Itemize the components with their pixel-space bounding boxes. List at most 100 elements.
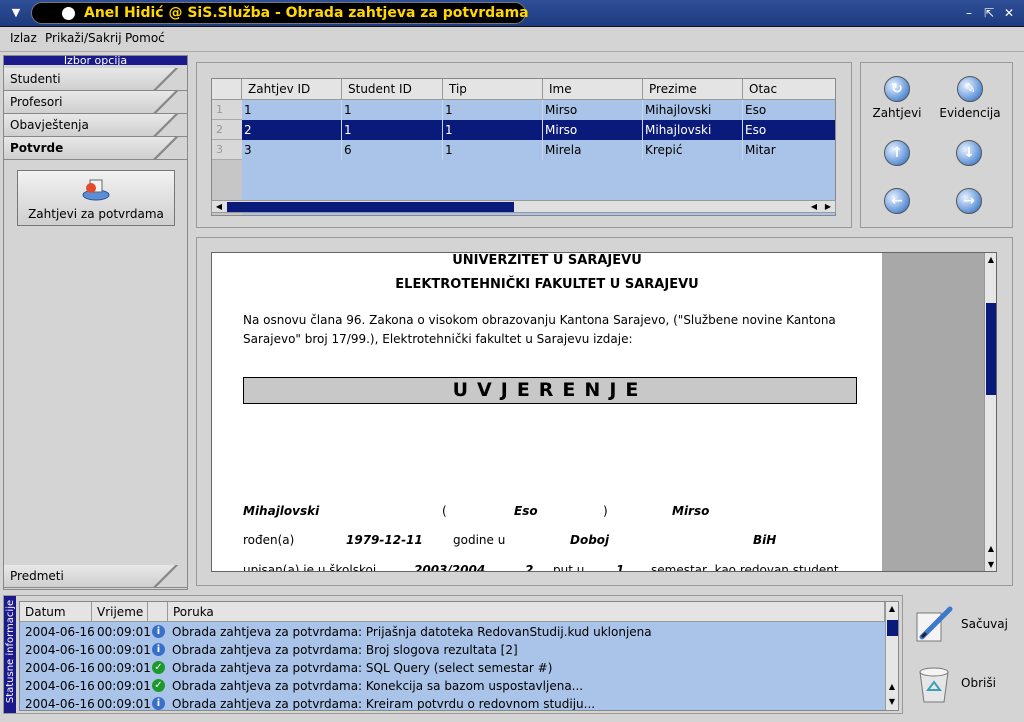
document-page: UNIVERZITET U SARAJEVU ELEKTROTEHNIČKI F… (212, 253, 882, 572)
move-right-button[interactable]: → (954, 188, 984, 214)
log-column-header[interactable]: Datum (20, 602, 92, 622)
document-vertical-scrollbar[interactable]: ▲ ▲ ▼ (984, 253, 996, 571)
semester-label: semestar, kao redovan student (651, 563, 839, 572)
document-scroll-thumb[interactable] (986, 303, 996, 395)
table-cell[interactable]: 1 (342, 100, 443, 120)
table-row[interactable]: 1 1 1 1 Mirso Mihajlovski Eso (212, 100, 835, 120)
scroll-up-icon[interactable]: ▲ (886, 681, 898, 693)
scroll-down-icon[interactable]: ▼ (886, 696, 898, 708)
log-scroll-thumb[interactable] (887, 620, 898, 636)
zahtjevi-za-potvrdama-button[interactable]: Zahtjevi za potvrdama (17, 170, 175, 226)
table-cell[interactable]: Mirela (543, 140, 643, 160)
scroll-down-icon[interactable]: ▼ (985, 559, 996, 571)
info-icon: i (152, 697, 165, 710)
sidebar-tab-obavjestenja[interactable]: Obavještenja (4, 114, 187, 137)
table-cell[interactable]: Mitar (743, 140, 835, 160)
delete-label: Obriši (961, 676, 996, 690)
sidebar-tab-profesori[interactable]: Profesori (4, 91, 187, 114)
table-cell[interactable]: Mihajlovski (643, 120, 743, 140)
scroll-left-icon[interactable]: ◀ (213, 201, 225, 213)
log-vertical-scrollbar[interactable]: ▲ ▲ ▼ (885, 602, 898, 710)
scroll-up-icon[interactable]: ▲ (886, 603, 898, 615)
evidencija-button[interactable]: ✎ Evidencija (937, 76, 1003, 120)
table-cell[interactable]: Eso (743, 100, 835, 120)
menu-izlaz[interactable]: Izlaz (10, 31, 37, 45)
zahtjevi-za-potvrdama-label: Zahtjevi za potvrdama (28, 207, 164, 221)
column-header[interactable]: Otac (743, 79, 835, 100)
save-button[interactable]: Sačuvaj (912, 601, 1017, 649)
save-pen-icon (916, 606, 953, 642)
zahtjevi-button[interactable]: ↻ Zahtjevi (869, 76, 925, 120)
maximize-icon[interactable]: ⇱ (980, 5, 998, 21)
scroll-right-icon[interactable]: ▶ (822, 201, 834, 213)
log-message: Obrada zahtjeva za potvrdama: Prijašnja … (172, 625, 652, 639)
sidebar-tab-studenti[interactable]: Studenti (4, 68, 187, 91)
table-corner (212, 79, 242, 100)
move-up-button[interactable]: ↑ (882, 140, 912, 166)
column-header[interactable]: Ime (543, 79, 643, 100)
log-date: 2004-06-16 (25, 679, 95, 693)
table-cell[interactable]: 6 (342, 140, 443, 160)
title-pill: Anel Hidić @ SiS.Služba - Obrada zahtjev… (31, 2, 529, 24)
navigation-panel: ↻ Zahtjevi ✎ Evidencija ↑ ↓ ← → (860, 62, 1013, 228)
table-row-selected[interactable]: 2 2 1 1 Mirso Mihajlovski Eso (212, 120, 835, 140)
table-cell[interactable]: Mihajlovski (643, 100, 743, 120)
log-message: Obrada zahtjeva za potvrdama: SQL Query … (172, 661, 553, 675)
log-message: Obrada zahtjeva za potvrdama: Kreiram po… (172, 697, 596, 711)
log-date: 2004-06-16 (25, 625, 95, 639)
log-time: 00:09:01 (97, 625, 151, 639)
table-cell[interactable]: 1 (242, 100, 342, 120)
log-date: 2004-06-16 (25, 697, 95, 711)
log-date: 2004-06-16 (25, 643, 95, 657)
enrolled-label: upisan(a) je u školskoj (243, 563, 377, 572)
table-cell[interactable]: 1 (342, 120, 443, 140)
column-header[interactable]: Tip (443, 79, 543, 100)
sidebar-header: Izbor opcija (4, 56, 187, 65)
log-column-header[interactable]: Poruka (168, 602, 885, 622)
table-cell[interactable]: Mirso (543, 100, 643, 120)
sidebar-tab-potvrde[interactable]: Potvrde (4, 137, 187, 160)
faculty-heading: ELEKTROTEHNIČKI FAKULTET U SARAJEVU (395, 277, 699, 292)
close-icon[interactable]: ✕ (1000, 5, 1018, 21)
move-down-button[interactable]: ↓ (954, 140, 984, 166)
move-left-button[interactable]: ← (882, 188, 912, 214)
delete-button[interactable]: Obriši (912, 660, 1017, 708)
arrow-left-icon: ← (884, 188, 910, 214)
sidebar-tab-label: Potvrde (10, 141, 64, 155)
scroll-up-icon[interactable]: ▲ (985, 254, 996, 266)
table-cell[interactable]: 1 (443, 100, 543, 120)
sidebar-tab-label: Studenti (10, 72, 61, 86)
table-cell[interactable]: 2 (242, 120, 342, 140)
table-cell[interactable]: 1 (443, 140, 543, 160)
table-row[interactable]: 3 3 6 1 Mirela Krepić Mitar (212, 140, 835, 160)
table-cell[interactable]: Mirso (543, 120, 643, 140)
column-header[interactable]: Student ID (342, 79, 443, 100)
column-header[interactable]: Prezime (643, 79, 743, 100)
horizontal-scroll-thumb[interactable] (227, 202, 514, 212)
sidebar-tab-predmeti[interactable]: Predmeti (4, 565, 187, 588)
menu-prikazi-sakrij[interactable]: Prikaži/Sakrij (45, 31, 122, 45)
birth-place: Doboj (570, 533, 610, 547)
times-label: put u (553, 563, 585, 572)
edit-record-icon: ✎ (957, 76, 983, 102)
log-column-header[interactable]: Vrijeme (92, 602, 148, 622)
log-time: 00:09:01 (97, 679, 151, 693)
scroll-up-icon[interactable]: ▲ (985, 543, 996, 555)
menu-pomoc[interactable]: Pomoć (125, 31, 165, 45)
horizontal-scrollbar[interactable]: ◀ ◀ ▶ (211, 200, 836, 213)
table-cell[interactable]: Krepić (643, 140, 743, 160)
minimize-icon[interactable]: – (960, 5, 978, 21)
table-cell[interactable]: Eso (743, 120, 835, 140)
log-column-header[interactable] (148, 602, 168, 622)
arrow-down-icon: ↓ (956, 140, 982, 166)
birth-country: BiH (753, 533, 777, 547)
scroll-left-icon[interactable]: ◀ (808, 201, 820, 213)
table-cell[interactable]: 3 (242, 140, 342, 160)
requests-table: Zahtjev ID Student ID Tip Ime Prezime Ot… (211, 78, 836, 216)
window-menu-icon[interactable]: ▼ (6, 5, 26, 21)
table-cell[interactable]: 1 (443, 120, 543, 140)
arrow-up-icon: ↑ (884, 140, 910, 166)
arrow-right-icon: → (956, 188, 982, 214)
column-header[interactable]: Zahtjev ID (242, 79, 342, 100)
refresh-icon: ↻ (884, 76, 910, 102)
